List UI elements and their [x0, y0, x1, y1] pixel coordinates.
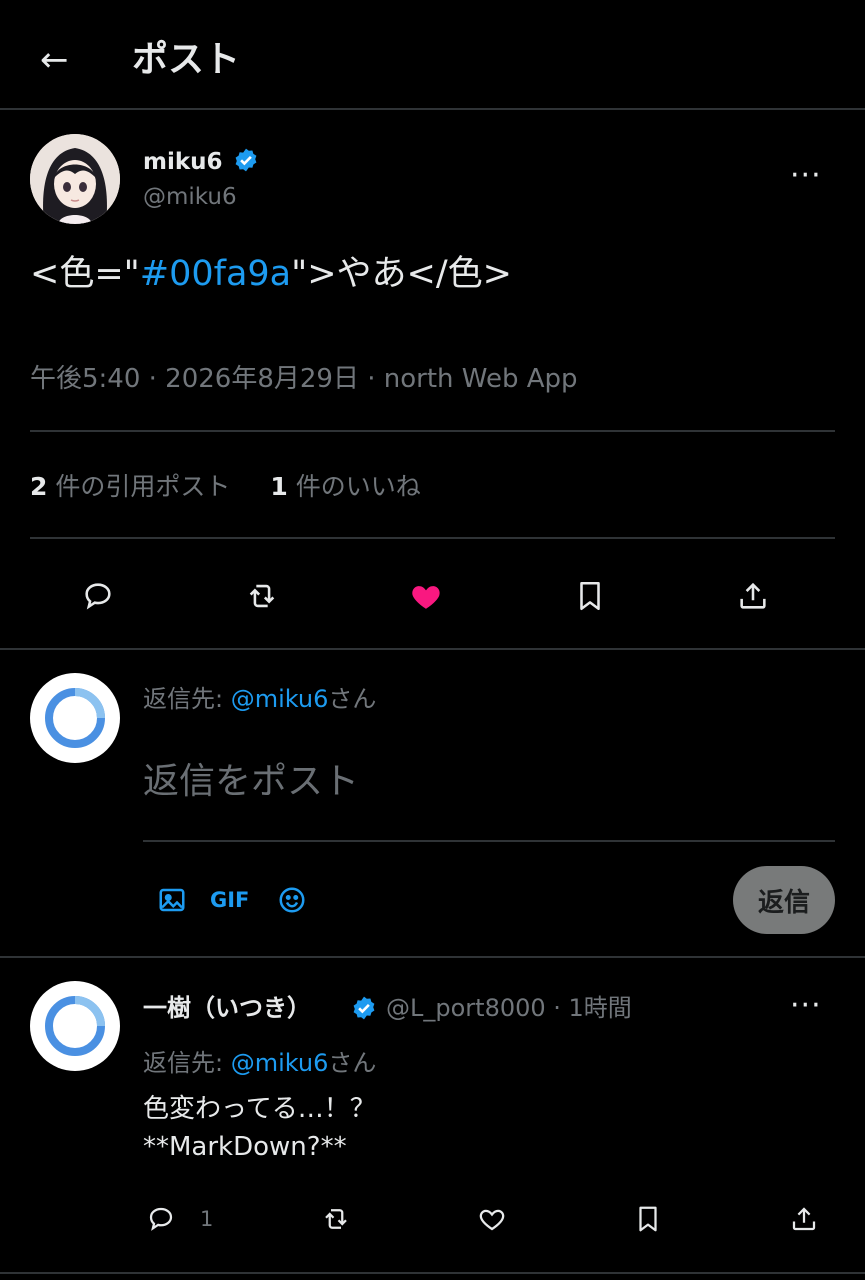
reply-icon[interactable] [78, 576, 118, 616]
meta-divider [30, 430, 835, 432]
author-name-row[interactable]: miku6 [143, 146, 259, 182]
reply-button[interactable]: 返信 [733, 866, 835, 934]
like-filled-icon[interactable] [406, 576, 446, 616]
emoji-icon[interactable] [274, 882, 310, 918]
reply-reply-count: 1 [200, 1207, 214, 1231]
reply-reply-to-suffix: さん [328, 1049, 377, 1077]
repost-icon[interactable] [242, 576, 282, 616]
post-text-before: <色=" [30, 254, 140, 294]
avatar[interactable] [30, 134, 120, 224]
post-text: <色="#00fa9a">やあ</色> [30, 250, 512, 298]
reply-more-options-icon[interactable]: ··· [790, 988, 822, 1024]
reply-to-mention[interactable]: @miku6 [231, 685, 329, 713]
page-title: ポスト [132, 39, 241, 80]
post-text-after: ">やあ</色> [291, 254, 512, 294]
reply-repost-icon[interactable] [319, 1202, 353, 1236]
stats-divider [30, 537, 835, 539]
reply-author-name[interactable]: 一樹（いつき） [143, 991, 311, 1025]
reply-input[interactable] [143, 752, 833, 810]
bookmark-icon[interactable] [570, 576, 610, 616]
like-label: 件のいいね [287, 472, 421, 501]
reply-reply-to-prefix: 返信先: [143, 1049, 231, 1077]
author-name[interactable]: miku6 [143, 149, 223, 175]
gif-button[interactable]: GIF [210, 884, 249, 916]
quote-label: 件の引用ポスト [47, 472, 231, 501]
like-stat[interactable]: 1 件のいいね [270, 472, 420, 501]
reply-bottom-divider [0, 1272, 865, 1274]
header-divider [0, 108, 865, 110]
reply-text: 色変わってる…！？ **MarkDown?** [143, 1094, 376, 1162]
post-meta: 午後5:40 · 2026年8月29日 · north Web App [30, 364, 578, 394]
composer-avatar[interactable] [30, 673, 120, 763]
post-stats: 2 件の引用ポスト 1 件のいいね [30, 470, 421, 504]
more-options-icon[interactable]: ··· [790, 158, 822, 194]
back-arrow-icon[interactable]: ← [40, 38, 69, 82]
reply-author-avatar[interactable] [30, 981, 120, 1071]
reply-verified-badge-icon [349, 993, 379, 1023]
reply-like-icon[interactable] [475, 1202, 509, 1236]
reply-to-prefix: 返信先: [143, 685, 231, 713]
author-handle[interactable]: @miku6 [143, 182, 237, 212]
quote-count: 2 [30, 472, 48, 501]
reply-bookmark-icon[interactable] [631, 1202, 665, 1236]
composer-reply-to: 返信先: @miku6さん [143, 682, 376, 716]
reply-reply-to-mention[interactable]: @miku6 [231, 1049, 329, 1077]
reply-reply-icon[interactable] [144, 1202, 178, 1236]
share-icon[interactable] [733, 576, 773, 616]
actions-divider [0, 648, 865, 650]
hashtag-link[interactable]: #00fa9a [140, 254, 291, 294]
reply-handle-time[interactable]: @L_port8000 · 1時間 [386, 991, 632, 1025]
reply-to-suffix: さん [328, 685, 377, 713]
reply-share-icon[interactable] [787, 1202, 821, 1236]
verified-badge-icon [233, 147, 259, 182]
reply-reply-to: 返信先: @miku6さん [143, 1046, 376, 1080]
composer-divider [143, 840, 835, 842]
like-count: 1 [270, 472, 288, 501]
composer-bottom-divider [0, 956, 865, 958]
image-icon[interactable] [154, 882, 190, 918]
quote-stat[interactable]: 2 件の引用ポスト [30, 472, 230, 501]
